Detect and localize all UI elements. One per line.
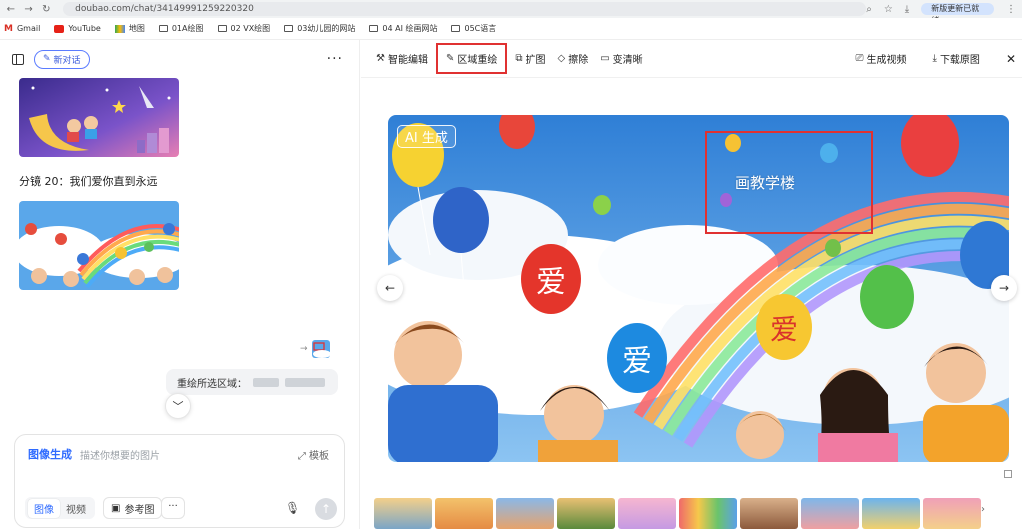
bookmark-folder-1[interactable]: 01A绘图 — [158, 23, 204, 34]
generated-image-thumbnail[interactable] — [19, 78, 179, 157]
main-generated-image[interactable]: 爱 爱 爱 AI 生成 画教学楼 — [388, 115, 1009, 462]
bookmark-folder-5[interactable]: 05C语言 — [451, 23, 496, 34]
bookmark-folder-2[interactable]: 02 VX绘图 — [217, 23, 270, 34]
chat-panel: ✎ 新对话 ··· 分镜 20：我们爱你直到永远 → 重绘所选区域： ﹀ 图像生… — [0, 40, 360, 529]
bookmark-maps[interactable]: 地图 — [114, 23, 145, 34]
thumbnail-strip — [374, 498, 981, 529]
next-image-button[interactable]: → — [991, 275, 1017, 301]
forward-icon[interactable]: → — [22, 4, 36, 15]
bookmark-gmail[interactable]: M Gmail — [4, 24, 40, 34]
thumbnail[interactable] — [923, 498, 981, 529]
selection-prompt-text: 画教学楼 — [735, 174, 796, 192]
balloon-text: 爱 — [770, 313, 798, 346]
new-chat-button[interactable]: ✎ 新对话 — [34, 49, 90, 69]
redraw-arrow-icon: → — [300, 344, 308, 354]
image-icon: ▣ — [111, 502, 121, 514]
thumbnail[interactable] — [496, 498, 554, 529]
eraser-icon: ◇ — [557, 53, 566, 64]
media-type-toggle: 图像 视频 — [25, 497, 95, 519]
address-bar[interactable]: doubao.com/chat/34149991259220320 — [63, 2, 867, 16]
tool-enhance[interactable]: ▭ 变清晰 — [600, 51, 642, 66]
bookmark-youtube[interactable]: YouTube — [54, 24, 101, 33]
download-icon: ⤓ — [932, 53, 937, 64]
more-tools-button[interactable]: ··· — [161, 497, 185, 519]
previous-image-button[interactable]: ← — [377, 275, 403, 301]
scroll-down-button[interactable]: ﹀ — [165, 393, 191, 419]
balloon-text: 爱 — [622, 344, 652, 379]
video-icon: ⎚ — [855, 53, 864, 64]
menu-icon[interactable]: ⋮ — [1006, 4, 1016, 15]
hd-icon: ▭ — [600, 53, 610, 64]
arrow-right-icon: → — [998, 281, 1010, 295]
chevron-down-icon: ﹀ — [172, 400, 184, 413]
generate-video-button[interactable]: ⎚ 生成视频 — [856, 51, 907, 66]
folder-icon — [284, 25, 294, 32]
redacted-text — [253, 377, 279, 387]
profile-button[interactable]: 新版更新已就绪 — [921, 3, 994, 25]
arrow-left-icon: ← — [384, 281, 396, 295]
bookmark-folder-4[interactable]: 04 AI 绘画网站 — [369, 23, 437, 34]
prompt-input-box[interactable]: 图像生成 描述你想要的图片 ⤢ 模板 图像 视频 ▣ 参考图 ··· 🎙 ↑ — [14, 434, 345, 528]
thumbnail[interactable] — [618, 498, 676, 529]
star-icon[interactable]: ☆ — [884, 4, 893, 15]
thumbnail[interactable] — [435, 498, 493, 529]
bookmark-folder-3[interactable]: 03幼儿园的网站 — [284, 23, 355, 34]
magic-wand-icon: ⚒ — [376, 53, 385, 64]
thumbnail[interactable] — [679, 498, 737, 529]
folder-icon — [217, 25, 227, 32]
bookmarks-bar: M Gmail YouTube 地图 01A绘图 02 VX绘图 03幼儿园的网站… — [0, 18, 1022, 40]
folder-icon — [451, 25, 461, 32]
expand-icon: ⧉ — [515, 53, 523, 64]
tool-erase[interactable]: ◇ 擦除 — [558, 51, 589, 66]
send-button[interactable]: ↑ — [315, 498, 337, 520]
youtube-icon — [54, 24, 65, 33]
selection-preview-thumbnail[interactable] — [312, 340, 330, 358]
balloon-text: 爱 — [536, 265, 566, 300]
redacted-text — [285, 377, 325, 387]
expand-icon: ⤢ — [297, 451, 306, 462]
microphone-icon[interactable]: 🎙 — [285, 501, 300, 515]
storyboard-caption: 分镜 20：我们爱你直到永远 — [19, 175, 158, 188]
close-icon[interactable]: ✕ — [1006, 52, 1016, 66]
tool-expand[interactable]: ⧉ 扩图 — [515, 51, 545, 66]
image-option[interactable]: 图像 — [28, 498, 60, 518]
image-viewer: ⚒ 智能编辑 ✎ 区域重绘 ⧉ 扩图 ◇ 擦除 ▭ 变清晰 ⎚ 生成视频 ⤓ 下载原图 ✕ — [361, 40, 1022, 529]
tool-region-redraw[interactable]: ✎ 区域重绘 — [435, 43, 508, 74]
ai-generated-badge: AI 生成 — [397, 125, 456, 148]
back-icon[interactable]: ← — [4, 4, 18, 15]
tool-smart-edit[interactable]: ⚒ 智能编辑 — [376, 51, 428, 66]
maps-icon — [114, 24, 125, 33]
thumbnail[interactable] — [557, 498, 615, 529]
compare-icon[interactable] — [1004, 470, 1012, 478]
edit-icon: ✎ — [43, 54, 51, 64]
more-options-icon[interactable]: ··· — [327, 51, 343, 67]
sidebar-toggle-icon[interactable] — [12, 53, 24, 65]
generated-image-thumbnail[interactable] — [19, 201, 179, 290]
user-message-bubble: 重绘所选区域： — [166, 369, 338, 395]
thumbnail[interactable] — [801, 498, 859, 529]
thumbnail[interactable] — [862, 498, 920, 529]
download-icon[interactable]: ⤓ — [905, 4, 909, 15]
brush-icon: ✎ — [445, 53, 455, 64]
zoom-icon[interactable]: ⌕ — [866, 4, 872, 15]
chevron-right-icon[interactable]: › — [981, 504, 985, 515]
edit-toolbar: ⚒ 智能编辑 ✎ 区域重绘 ⧉ 扩图 ◇ 擦除 ▭ 变清晰 ⎚ 生成视频 ⤓ 下载原图 ✕ — [361, 40, 1022, 78]
reference-image-button[interactable]: ▣ 参考图 — [103, 497, 163, 519]
browser-toolbar: ← → ↻ doubao.com/chat/34149991259220320 … — [0, 0, 1022, 25]
gmail-icon: M — [4, 23, 13, 34]
download-original-button[interactable]: ⤓ 下载原图 — [933, 51, 980, 66]
reload-icon[interactable]: ↻ — [39, 4, 53, 15]
video-option[interactable]: 视频 — [60, 499, 92, 518]
folder-icon — [369, 25, 379, 32]
template-button[interactable]: ⤢ 模板 — [298, 447, 329, 462]
thumbnail[interactable] — [740, 498, 798, 529]
prompt-input[interactable]: 描述你想要的图片 — [80, 447, 160, 462]
folder-icon — [158, 25, 168, 32]
mode-label[interactable]: 图像生成 — [28, 446, 72, 462]
thumbnail[interactable] — [374, 498, 432, 529]
